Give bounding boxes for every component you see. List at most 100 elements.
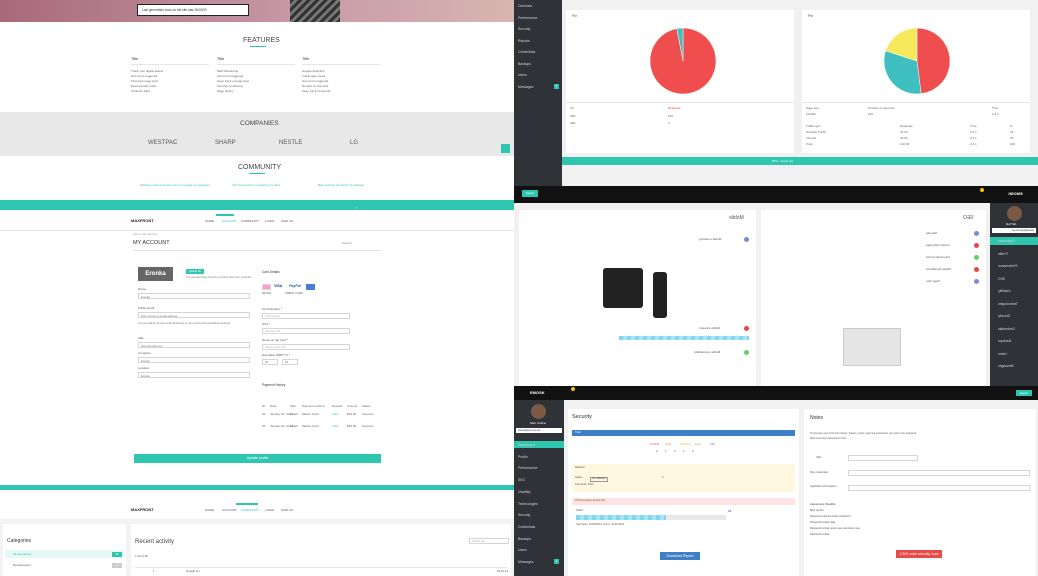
assessment-check[interactable]: Password manual include characters [810,515,851,519]
scroll-top-button[interactable] [501,144,510,153]
site-logo[interactable]: MAXFRONT [131,219,154,223]
pie2-header: % [1010,124,1013,128]
top-export-button[interactable]: Export [1016,390,1032,396]
name-field[interactable]: Eronka [138,293,250,299]
nav-signup[interactable]: SIGN UP [281,220,293,223]
export-button[interactable]: Export [522,190,538,197]
sidebar-item[interactable]: Technologies [998,302,1018,306]
sidebar-item[interactable]: Backups [998,339,1011,343]
community-quote-2: The best tool for monitoring my sites [232,183,281,187]
expiry-year-select[interactable]: 15 [282,359,298,365]
mobile-status-icon-2 [744,326,749,331]
sidebar-item[interactable]: Dashboard [518,443,535,447]
notification-dot[interactable] [980,188,984,192]
sidebar-item[interactable]: Users [518,73,527,77]
sidebar-item[interactable]: SEO [518,478,525,482]
activity-search[interactable]: Search text [469,538,509,544]
url-input[interactable]: www.bigcorp.com.au [992,228,1036,233]
assessment-check[interactable]: Password include [810,533,830,537]
security-title: Security [572,414,592,420]
payment-cell[interactable]: View [332,412,338,416]
update-profile-button[interactable]: Update profile [134,454,381,463]
sidebar-item[interactable]: Performance [518,466,537,470]
category-item-all[interactable]: All categories 36 [5,550,124,558]
sidebar-item[interactable]: Usability [518,490,531,494]
sidebar-item[interactable]: Security [998,314,1010,318]
upload-file-button[interactable]: Upload file [186,269,204,274]
url-field[interactable]: http://eronka.com [138,342,250,348]
search-input[interactable]: Search [342,242,352,245]
sidebar-item[interactable]: Dashboard [998,239,1015,243]
pie1-cell: 120 [668,114,674,118]
social-links[interactable]: f [356,206,357,210]
sidebar-item[interactable]: Credentials [518,525,535,529]
site-logo-2[interactable]: MAXFRONT [131,508,154,512]
sidebar-item[interactable]: Backups [518,62,531,66]
payment-cell[interactable]: View [332,424,338,428]
pie-chart-2 [883,27,951,95]
feature-item: Keep track of security [302,89,331,93]
row-site[interactable]: Google Inc. [186,570,200,573]
title-divider [133,250,381,251]
sidebar-item[interactable]: Credentials [518,50,535,54]
notes-credentials-field[interactable] [848,470,1030,476]
sidebar-item[interactable]: Messages [518,85,533,89]
sidebar-item[interactable]: Messages [518,560,533,564]
url-input-2[interactable]: www.bigcorp.com.au [516,428,562,433]
sidebar-item[interactable]: Credentials [998,327,1015,331]
sidebar-item[interactable]: Technologies [518,502,538,506]
sidebar-item[interactable]: Usability [998,289,1011,293]
nav-account[interactable]: ACCOUNT [222,220,237,223]
phish-status-label: Status [576,509,584,512]
sidebar-item[interactable]: Overview [518,4,532,8]
credit-card-radio[interactable]: CREDIT CARD [285,292,303,296]
severity-level: Info [710,442,716,446]
sidebar-item[interactable]: Performance [518,16,537,20]
sidebar-item[interactable]: Performance [998,264,1017,268]
notes-description-field[interactable] [848,485,1030,491]
assessment-check[interactable]: Password include upper case and lower ca… [810,527,860,531]
expiry-month-select[interactable]: 01 [262,359,278,365]
sidebar-item[interactable]: SEO [998,277,1005,281]
nav-community-2[interactable]: COMMUNITY [241,509,260,512]
paypal-radio[interactable]: PAYPAL [262,292,272,296]
sidebar-item[interactable]: Security [518,513,530,517]
location-field[interactable]: Eronka [138,372,250,378]
sidebar-item[interactable]: Backups [518,537,531,541]
nav-home[interactable]: HOME [205,220,214,223]
download-report-button[interactable]: Download Report [660,552,700,560]
sidebar-item[interactable]: Users [518,548,527,552]
order-scan-button[interactable]: 1,000 order security scan [896,550,942,558]
nav-signup-2[interactable]: SIGN UP [281,509,293,512]
hero-banner: Last generation scan on the site was 30/… [0,0,514,22]
category-item-development[interactable]: Development 12 [5,561,124,569]
payment-header: Date [270,404,277,408]
company-field[interactable]: Eronka [138,357,250,363]
sidebar-item[interactable]: Profile [518,455,528,459]
name-card-field[interactable]: Name on the card [262,344,350,350]
seo-logo[interactable]: EMOSK [1008,191,1023,196]
sidebar-item[interactable]: Profile [998,252,1008,256]
nav-home-2[interactable]: HOME [205,509,214,512]
assessment-check[interactable]: Brief checks [810,509,824,513]
seo-item: Mobile friendliness [926,267,951,271]
sidebar-item[interactable]: Messages [998,364,1013,368]
feature-item: Security monitoring [217,84,243,88]
sidebar-item[interactable]: Security [518,27,530,31]
payment-cell: $30.00 [347,424,357,428]
breadcrumb[interactable]: Home / My account [133,233,157,236]
sidebar-item[interactable]: Users [998,352,1007,356]
notification-dot-2[interactable] [571,387,575,391]
security-logo[interactable]: EMOSK [530,391,545,395]
email-select[interactable]: Don't show my email address [138,312,250,318]
notes-url-field[interactable] [848,455,918,461]
assessment-check[interactable]: Password include data [810,521,835,525]
pie2-cell: Network Traffic [806,130,826,134]
cvc-field[interactable]: Security code [262,328,350,334]
nav-account-2[interactable]: ACCOUNT [222,509,237,512]
nav-community[interactable]: COMMUNITY [241,220,260,223]
sidebar-item[interactable]: Reports [518,39,530,43]
nav-login[interactable]: LOGIN [265,220,274,223]
nav-login-2[interactable]: LOGIN [265,509,274,512]
card-number-field[interactable]: Card number [262,313,350,319]
